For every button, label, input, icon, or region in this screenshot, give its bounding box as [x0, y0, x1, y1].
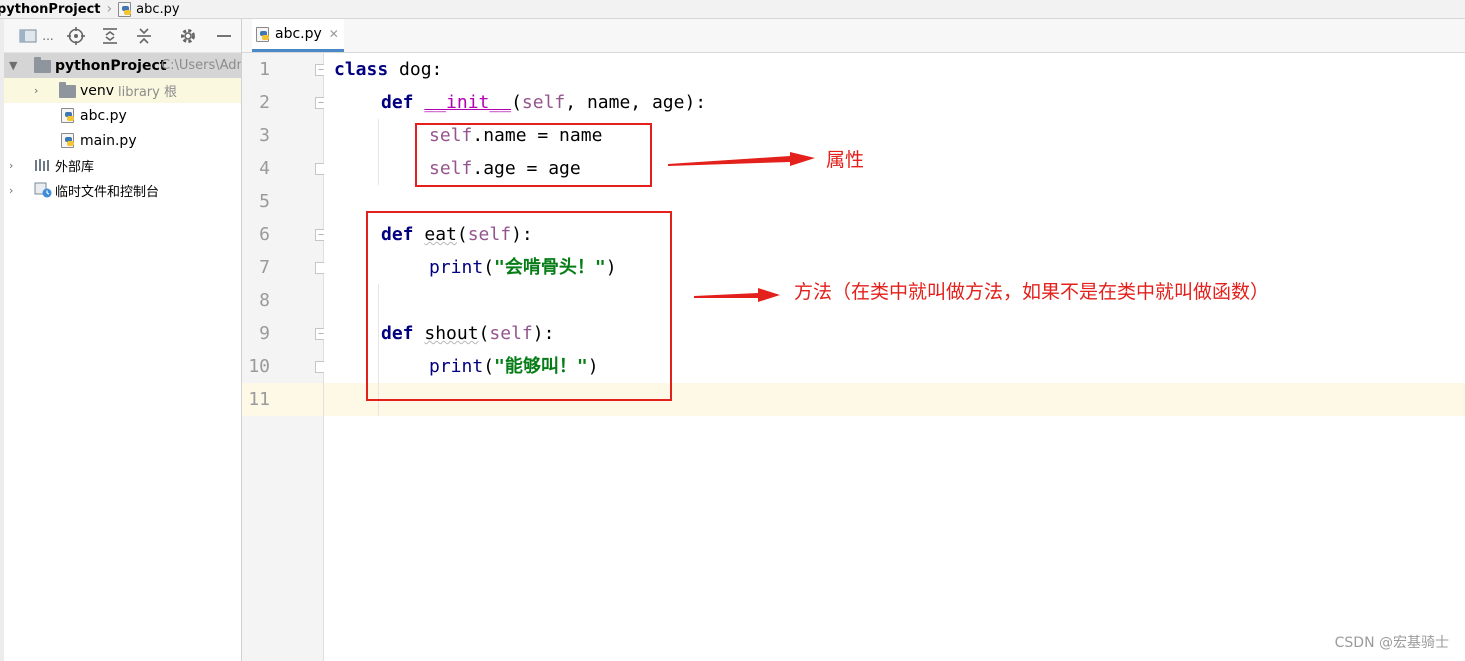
project-panel-toolbar: ...: [4, 19, 241, 53]
methods-arrow-icon: [694, 288, 780, 302]
python-file-icon: [61, 133, 75, 148]
expand-all-icon[interactable]: [100, 26, 120, 46]
breadcrumb-file[interactable]: abc.py: [118, 1, 180, 17]
methods-annotation: 方法（在类中就叫做方法，如果不是在类中就叫做函数）: [794, 281, 1270, 303]
breadcrumb-separator-icon: ›: [106, 1, 113, 17]
chevron-right-icon[interactable]: ›: [9, 159, 13, 172]
tree-item-abc-py[interactable]: abc.py: [4, 103, 241, 128]
tree-scratches-label: 临时文件和控制台: [55, 185, 160, 200]
line-number: 9: [259, 323, 270, 344]
tree-venv-label: venv: [80, 82, 115, 99]
watermark: CSDN @宏基骑士: [1334, 635, 1449, 651]
tree-item-external-libraries[interactable]: › 外部库: [4, 153, 241, 178]
tree-abc-label: abc.py: [80, 107, 127, 124]
tab-label: abc.py: [275, 26, 322, 42]
code-line-2: def __init__(self, name, age):: [381, 92, 707, 113]
line-number: 4: [259, 158, 270, 179]
project-tool-window: ... ▼ pythonProject C:\Users\Adm › venv …: [0, 19, 242, 661]
attributes-annotation: 属性: [826, 149, 865, 171]
attributes-highlight-box: [415, 123, 652, 187]
line-number: 3: [259, 125, 270, 146]
chevron-right-icon[interactable]: ›: [9, 184, 13, 197]
tree-root-label: pythonProject: [55, 57, 167, 74]
scratch-console-icon: [34, 182, 52, 202]
project-view-dropdown[interactable]: ...: [38, 26, 58, 46]
line-number: 7: [259, 257, 270, 278]
line-number: 2: [259, 92, 270, 113]
folder-icon: [59, 82, 76, 98]
breadcrumb: pythonProject › abc.py: [0, 0, 1465, 19]
collapse-all-icon[interactable]: [134, 26, 154, 46]
tree-main-label: main.py: [80, 132, 137, 149]
tab-abc-py[interactable]: abc.py ✕: [252, 19, 344, 52]
python-file-icon: [118, 2, 132, 17]
tree-venv-hint: library 根: [118, 85, 177, 100]
gear-icon[interactable]: [178, 26, 198, 46]
breadcrumb-project[interactable]: pythonProject: [0, 2, 101, 17]
line-number: 1: [259, 59, 270, 80]
tool-window-stripe: [0, 19, 4, 661]
line-number: 11: [248, 389, 270, 410]
tree-item-main-py[interactable]: main.py: [4, 128, 241, 153]
indent-guide: [378, 119, 379, 185]
folder-icon: [34, 57, 51, 73]
minimize-icon[interactable]: [214, 26, 234, 46]
editor-gutter: 1 2 3 4 5 6 7 8 9 10 11 − − − −: [242, 53, 327, 661]
project-view-icon[interactable]: [18, 26, 38, 46]
tree-item-project-root[interactable]: ▼ pythonProject C:\Users\Adm: [4, 53, 241, 78]
editor-tab-bar: abc.py ✕: [242, 19, 1465, 53]
methods-highlight-box: [366, 211, 672, 401]
chevron-down-icon[interactable]: ▼: [9, 59, 17, 72]
chevron-right-icon[interactable]: ›: [34, 84, 38, 97]
python-file-icon: [256, 27, 270, 42]
code-line-1: class dog:: [334, 59, 443, 80]
tree-external-libs-label: 外部库: [55, 160, 95, 175]
attributes-arrow-icon: [668, 152, 815, 166]
library-icon: [34, 158, 52, 176]
tree-item-venv[interactable]: › venv library 根: [4, 78, 241, 103]
line-number: 10: [248, 356, 270, 377]
line-number: 6: [259, 224, 270, 245]
tree-root-path: C:\Users\Adm: [161, 58, 241, 73]
close-icon[interactable]: ✕: [329, 27, 339, 41]
line-number: 5: [259, 191, 270, 212]
python-file-icon: [61, 108, 75, 123]
line-number: 8: [259, 290, 270, 311]
locate-icon[interactable]: [66, 26, 86, 46]
breadcrumb-file-label: abc.py: [136, 1, 180, 17]
tree-item-scratches[interactable]: › 临时文件和控制台: [4, 178, 241, 203]
